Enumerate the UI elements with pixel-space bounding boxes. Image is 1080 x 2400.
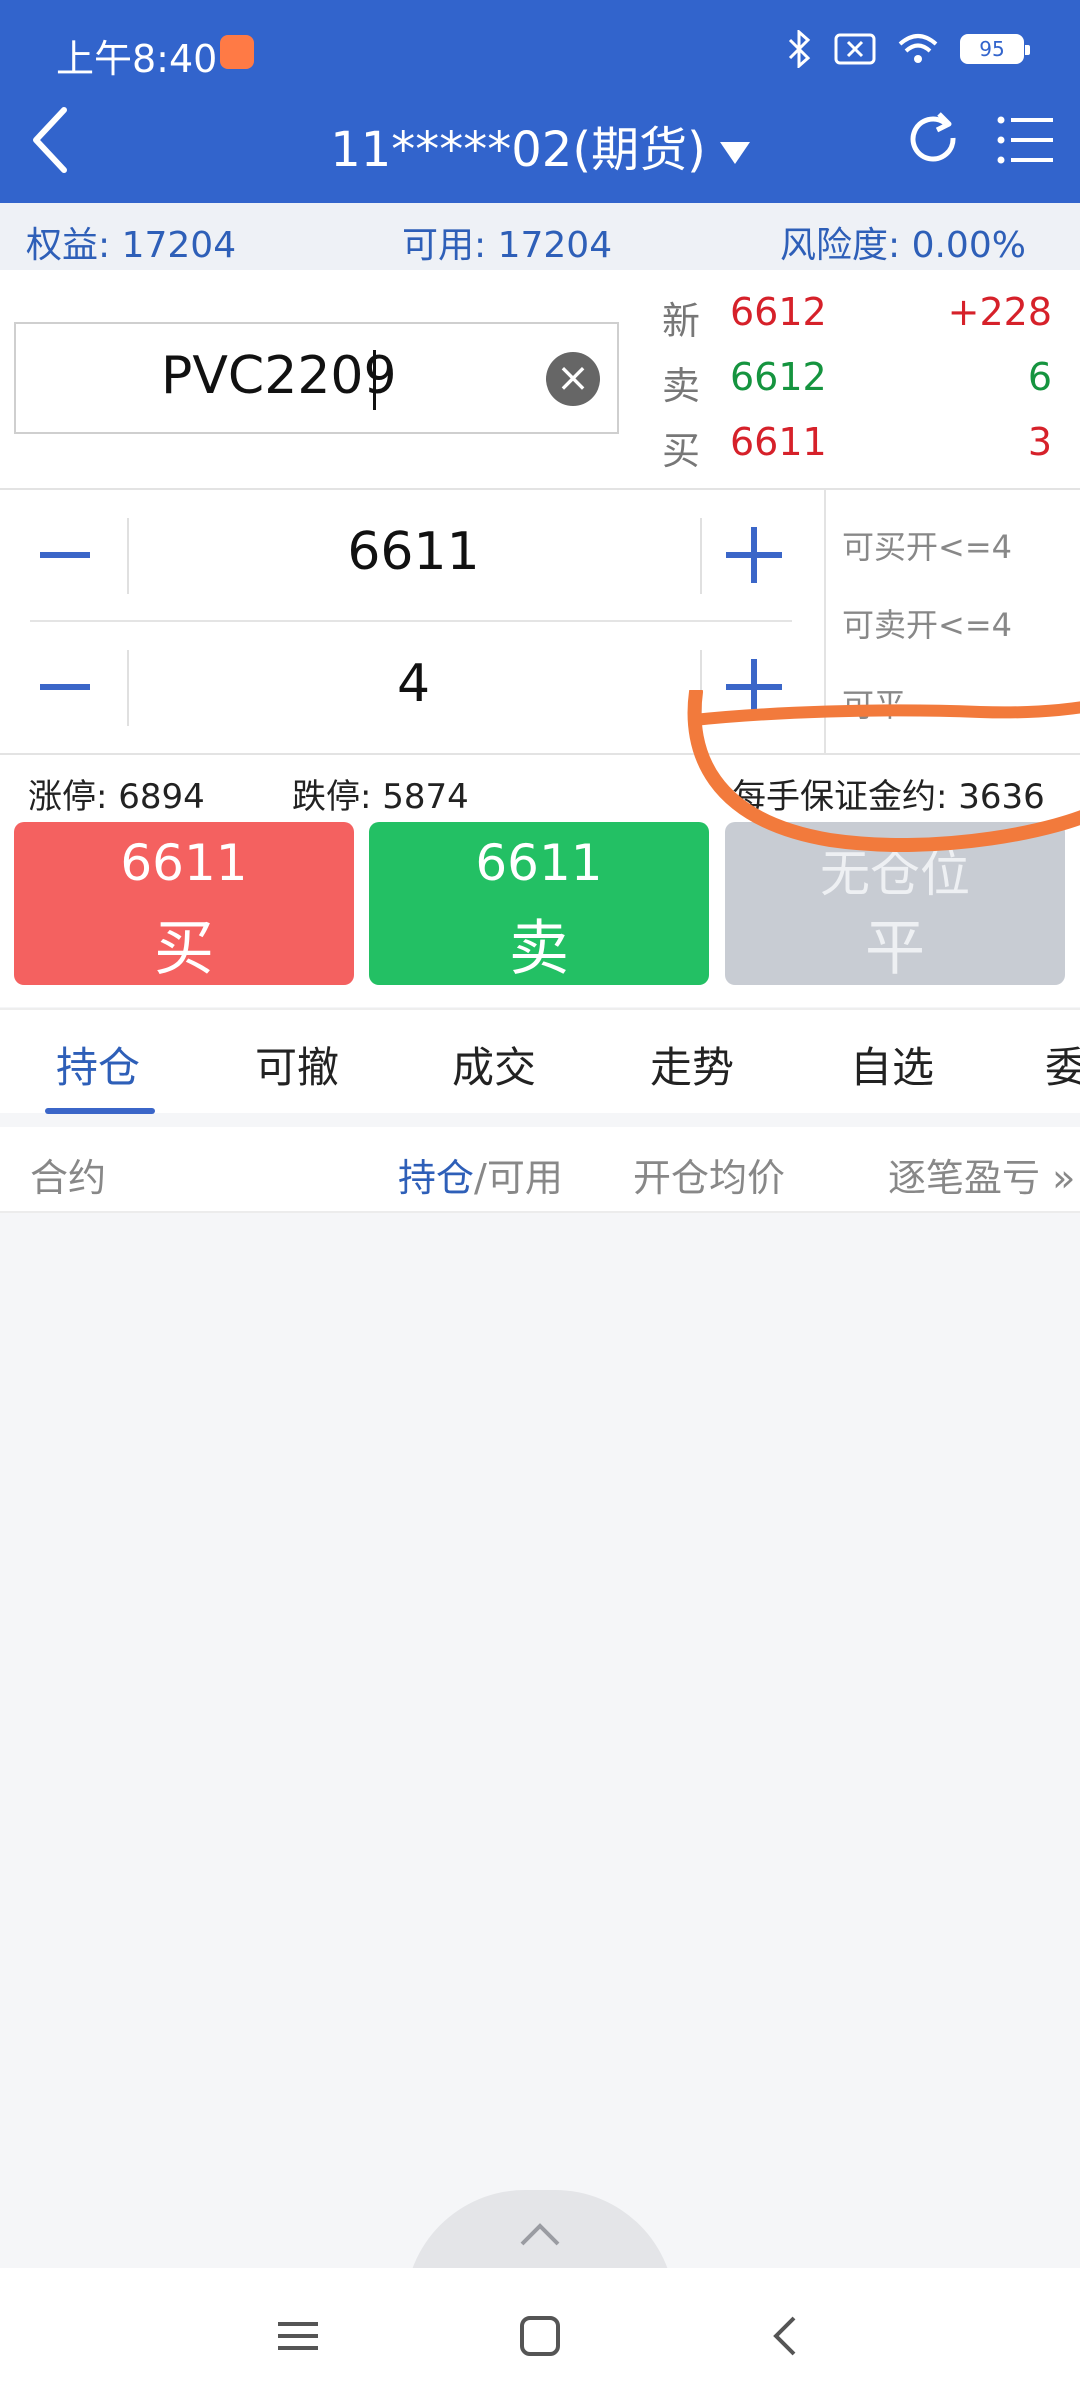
battery-icon: 95: [960, 34, 1030, 64]
quote-label: 新: [662, 299, 701, 343]
limit-down: 跌停: 5874: [292, 777, 469, 817]
bid-price: 6611: [730, 420, 827, 464]
quote-panel: PVC2209 × 新 6612 +228 卖 6612 6 买 6611 3: [0, 270, 1080, 490]
quote-label: 卖: [662, 364, 701, 408]
account-summary: 权益: 17204 可用: 17204 风险度: 0.00%: [0, 203, 1080, 270]
positions-list: [0, 1213, 1080, 2268]
ask-price: 6612: [730, 355, 827, 399]
sell-price: 6611: [475, 834, 603, 892]
col-available: /可用: [474, 1156, 563, 1200]
buy-button[interactable]: 6611 买: [14, 822, 354, 985]
available-value: 可用: 17204: [402, 225, 613, 266]
price-input[interactable]: 6611: [130, 522, 697, 582]
no-sim-icon: [834, 33, 876, 65]
menu-list-icon[interactable]: [995, 110, 1055, 170]
tab-trend[interactable]: 走势: [650, 1034, 734, 1095]
col-position: 持仓: [398, 1156, 475, 1200]
buy-price: 6611: [120, 834, 248, 892]
price-stepper: 6611: [30, 490, 792, 620]
quote-label: 买: [662, 429, 701, 473]
tab-watchlist[interactable]: 自选: [850, 1034, 934, 1095]
refresh-icon[interactable]: [905, 110, 965, 170]
col-avg-open-price: 开仓均价: [633, 1156, 786, 1200]
status-icons: 95: [786, 30, 1030, 68]
page-title: 11*****02(期货): [330, 122, 706, 178]
tab-bar: 持仓 可撤 成交 走势 自选 委: [0, 1008, 1080, 1114]
can-buy-open: 可买开<=4: [842, 528, 1012, 566]
quantity-input[interactable]: 4: [130, 654, 697, 714]
quote-row-ask[interactable]: 卖 6612 6: [660, 355, 1060, 415]
tab-positions[interactable]: 持仓: [56, 1034, 140, 1095]
divider: [127, 518, 129, 594]
risk-value: 风险度: 0.00%: [780, 225, 1026, 266]
tab-trades[interactable]: 成交: [452, 1034, 536, 1095]
sell-label: 卖: [509, 914, 569, 984]
col-position-available[interactable]: 持仓/可用: [398, 1147, 563, 1202]
back-icon[interactable]: [758, 2308, 814, 2364]
limit-up: 涨停: 6894: [28, 777, 205, 817]
hand-drawn-annotation: [687, 690, 1080, 852]
recent-apps-icon[interactable]: [270, 2308, 326, 2364]
col-pnl[interactable]: 逐笔盈亏 »: [888, 1147, 1075, 1202]
can-sell-open: 可卖开<=4: [842, 606, 1012, 644]
text-cursor: [373, 350, 376, 410]
price-minus-button[interactable]: [30, 490, 125, 620]
symbol-text: PVC2209: [161, 346, 397, 406]
equity-value: 权益: 17204: [26, 225, 237, 266]
tab-orders[interactable]: 委: [1045, 1034, 1080, 1095]
quote-row-bid[interactable]: 买 6611 3: [660, 420, 1060, 480]
app-header: 上午8:40 95 11*****02(期货): [0, 0, 1080, 203]
bluetooth-icon: [788, 30, 811, 68]
system-nav-bar: [0, 2268, 1080, 2400]
dropdown-caret-icon: [719, 142, 750, 164]
close-label: 平: [865, 914, 925, 984]
divider: [127, 650, 129, 726]
quantity-stepper: 4: [30, 622, 792, 752]
app-notification-icon: [220, 35, 254, 69]
home-icon[interactable]: [512, 2308, 568, 2364]
last-price: 6612: [730, 290, 827, 334]
clear-input-icon[interactable]: ×: [546, 352, 600, 406]
ask-volume: 6: [1027, 355, 1052, 399]
buy-label: 买: [154, 914, 214, 984]
quantity-minus-button[interactable]: [30, 622, 125, 752]
sell-button[interactable]: 6611 卖: [369, 822, 709, 985]
chevron-up-icon: [520, 2223, 560, 2246]
status-time: 上午8:40: [56, 37, 218, 81]
active-tab-indicator: [45, 1108, 155, 1114]
quote-row-last: 新 6612 +228: [660, 290, 1060, 350]
wifi-icon: [898, 34, 938, 63]
bid-volume: 3: [1027, 420, 1052, 464]
col-contract: 合约: [30, 1156, 107, 1200]
price-plus-button[interactable]: [697, 490, 792, 620]
price-change: +228: [947, 290, 1052, 334]
tab-cancelable[interactable]: 可撤: [255, 1034, 339, 1095]
positions-table-header: 合约 持仓/可用 开仓均价 逐笔盈亏 »: [0, 1127, 1080, 1213]
symbol-input[interactable]: PVC2209 ×: [14, 322, 619, 434]
